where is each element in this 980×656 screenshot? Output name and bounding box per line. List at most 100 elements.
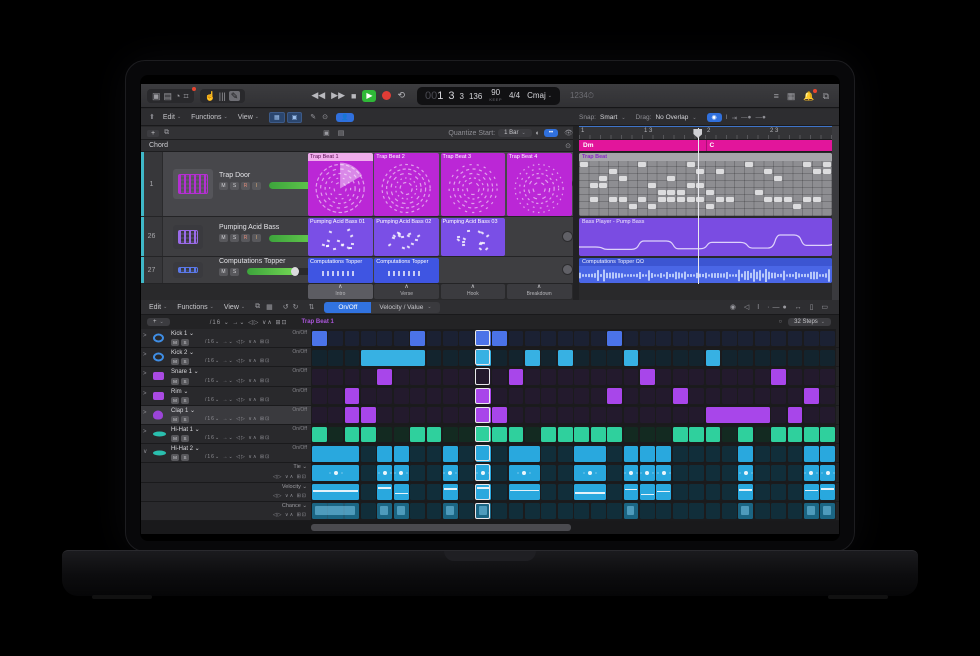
step-cell-empty[interactable] xyxy=(541,369,556,385)
step-cell-empty[interactable] xyxy=(656,369,671,385)
step-cell-empty[interactable] xyxy=(525,369,540,385)
step-cell-empty[interactable] xyxy=(624,427,639,443)
step-cell-empty[interactable] xyxy=(459,465,474,481)
step-cell-empty[interactable] xyxy=(377,427,392,443)
step-cell-active[interactable] xyxy=(689,427,704,443)
faders-icon[interactable]: ||| xyxy=(219,91,226,101)
step-cell-active[interactable] xyxy=(591,427,606,443)
step-cell-empty[interactable] xyxy=(459,427,474,443)
step-cell-empty[interactable] xyxy=(706,503,721,519)
zoom-slider-v[interactable]: —● xyxy=(741,114,751,121)
step-cell-empty[interactable] xyxy=(820,350,835,366)
step-cell-empty[interactable] xyxy=(755,446,770,462)
step-cell-empty[interactable] xyxy=(377,388,392,404)
rewind-button[interactable]: ◀◀ xyxy=(311,90,325,101)
step-cell-empty[interactable] xyxy=(607,369,622,385)
cell-edit-icon[interactable]: ▣ xyxy=(323,129,330,137)
track-button-m[interactable]: M xyxy=(219,268,228,276)
seq-row-controls[interactable]: /16⌄ →⌄ ◁▷ ∨∧ ⊞⊡ xyxy=(205,378,270,384)
step-cell-active[interactable] xyxy=(574,465,605,481)
step-cell-empty[interactable] xyxy=(738,331,753,347)
step-cell-empty[interactable] xyxy=(722,369,737,385)
step-cell-active[interactable] xyxy=(804,503,819,519)
step-cell-empty[interactable] xyxy=(541,350,556,366)
time-signature[interactable]: 4/4 xyxy=(509,91,520,100)
step-cell-active[interactable] xyxy=(624,465,639,481)
step-cell-active[interactable] xyxy=(312,446,360,462)
step-cell-active[interactable] xyxy=(312,427,327,443)
step-cell-active[interactable] xyxy=(673,427,688,443)
step-cell-active[interactable] xyxy=(640,484,655,500)
tempo-display[interactable]: 90 KEEP xyxy=(489,89,502,102)
step-cell-empty[interactable] xyxy=(509,331,524,347)
seq-menu-functions[interactable]: Functions⌄ xyxy=(177,304,214,311)
step-cell-empty[interactable] xyxy=(624,369,639,385)
step-cell-empty[interactable] xyxy=(738,388,753,404)
quick-help-icon[interactable]: ▣ xyxy=(152,91,161,101)
step-cell-empty[interactable] xyxy=(492,503,507,519)
step-cell-empty[interactable] xyxy=(328,350,343,366)
step-cell-empty[interactable] xyxy=(804,369,819,385)
step-cell-empty[interactable] xyxy=(574,388,589,404)
step-cell-empty[interactable] xyxy=(361,388,376,404)
loops-arrange-divider[interactable] xyxy=(573,126,579,300)
seq-menu-view[interactable]: View⌄ xyxy=(224,304,245,311)
autozoom-icon[interactable]: ⇥ xyxy=(732,114,737,122)
add-track-button[interactable]: + xyxy=(147,130,159,137)
step-cell-empty[interactable] xyxy=(459,484,474,500)
seq-subrow-controls[interactable]: ◁▷ ∨∧ ⊞⊡ xyxy=(273,512,307,518)
seq-row-header[interactable]: ∨Hi-Hat 2 ⌄On/OffMS/16⌄ →⌄ ◁▷ ∨∧ ⊞⊡ xyxy=(141,444,311,462)
seq-step-grid[interactable] xyxy=(311,387,836,405)
step-cell-empty[interactable] xyxy=(361,503,376,519)
step-cell-empty[interactable] xyxy=(574,331,589,347)
step-cell-empty[interactable] xyxy=(706,446,721,462)
cycle-half-icon[interactable]: ◐ xyxy=(536,130,540,137)
seq-scrollbar[interactable] xyxy=(141,521,839,534)
step-cell-empty[interactable] xyxy=(459,503,474,519)
pencil-tool-icon[interactable]: ✎ xyxy=(310,113,316,121)
step-cell-empty[interactable] xyxy=(673,350,688,366)
step-cell-empty[interactable] xyxy=(673,407,688,423)
mode-velocity-button[interactable]: Velocity / Value⌄ xyxy=(371,302,439,313)
step-cell-active[interactable] xyxy=(574,446,605,462)
step-cell-active[interactable] xyxy=(738,484,753,500)
step-cell-active[interactable] xyxy=(624,484,639,500)
seq-step-grid[interactable] xyxy=(311,483,836,501)
step-cell-empty[interactable] xyxy=(788,465,803,481)
track-button-s[interactable]: S xyxy=(230,182,239,190)
step-cell-empty[interactable] xyxy=(558,446,573,462)
step-cell-empty[interactable] xyxy=(427,331,442,347)
step-cell-active[interactable] xyxy=(574,427,589,443)
seq-step-grid[interactable] xyxy=(311,444,836,462)
step-cell-empty[interactable] xyxy=(394,331,409,347)
seq-row-controls[interactable]: /16⌄ →⌄ ◁▷ ∨∧ ⊞⊡ xyxy=(205,416,270,422)
step-cell-empty[interactable] xyxy=(771,484,786,500)
seq-row-header[interactable]: >Rim ⌄On/OffMS/16⌄ →⌄ ◁▷ ∨∧ ⊞⊡ xyxy=(141,387,311,405)
row-button-s[interactable]: S xyxy=(181,339,189,346)
menu-edit[interactable]: Edit⌄ xyxy=(163,114,181,121)
step-cell-empty[interactable] xyxy=(410,446,425,462)
step-cell-empty[interactable] xyxy=(459,388,474,404)
row-button-m[interactable]: M xyxy=(171,454,179,461)
step-cell-active[interactable] xyxy=(345,427,360,443)
track-button-m[interactable]: M xyxy=(219,182,228,190)
step-cell-empty[interactable] xyxy=(509,388,524,404)
step-cell-empty[interactable] xyxy=(755,331,770,347)
chord-track[interactable]: DmC xyxy=(579,140,832,152)
seq-step-grid[interactable] xyxy=(311,425,836,443)
play-button[interactable]: ▶ xyxy=(362,90,376,102)
step-cell-empty[interactable] xyxy=(689,407,704,423)
step-cell-active[interactable] xyxy=(345,388,360,404)
step-cell-empty[interactable] xyxy=(820,407,835,423)
step-cell-empty[interactable] xyxy=(673,484,688,500)
step-cell-empty[interactable] xyxy=(328,369,343,385)
step-cell-empty[interactable] xyxy=(820,331,835,347)
list-editors-icon[interactable]: ≡ xyxy=(774,91,779,101)
row-button-s[interactable]: S xyxy=(181,378,189,385)
step-cell-active[interactable] xyxy=(312,503,360,519)
row-button-s[interactable]: S xyxy=(181,454,189,461)
step-cell-empty[interactable] xyxy=(361,446,376,462)
step-cell-active[interactable] xyxy=(673,388,688,404)
bar-ruler[interactable]: 11 322 3 xyxy=(579,126,832,140)
step-cell-empty[interactable] xyxy=(312,369,327,385)
